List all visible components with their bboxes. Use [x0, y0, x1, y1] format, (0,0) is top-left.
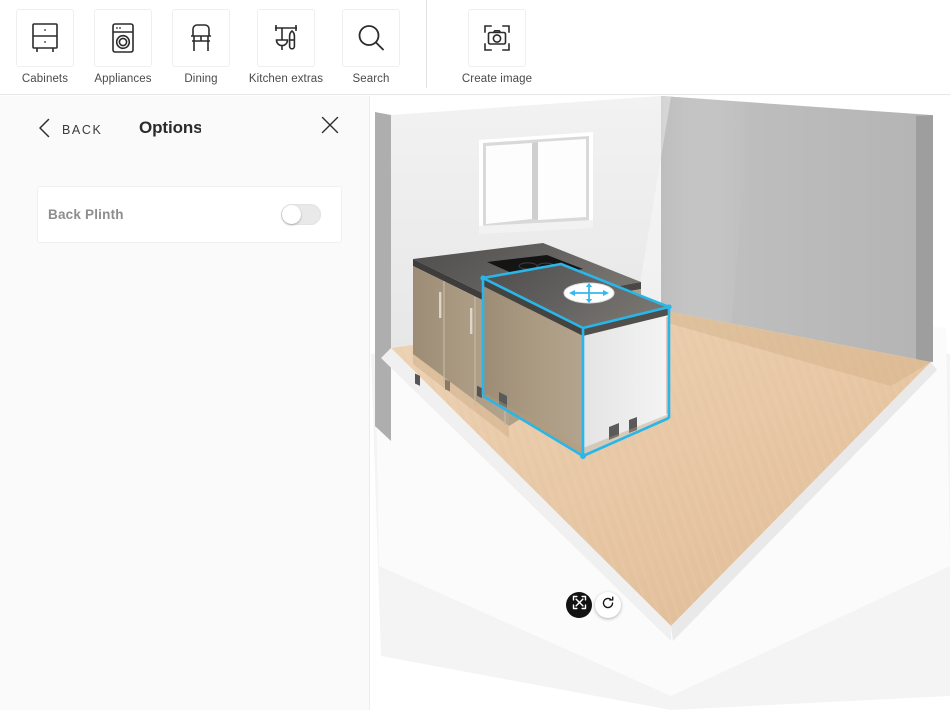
chair-icon [172, 9, 230, 67]
option-label: Back Plinth [48, 207, 124, 222]
rotate-icon [601, 595, 615, 615]
toolbar-group-catalog: Cabinets Appliances Dining Kitchen extra… [0, 0, 410, 95]
move-arrows-icon [572, 595, 587, 615]
toolbar-item-label: Search [352, 73, 390, 85]
toolbar-item-label: Dining [184, 73, 218, 85]
kitchen-3d-scene [371, 96, 950, 710]
toolbar-item-label: Appliances [94, 73, 152, 85]
page-title: Options [139, 118, 201, 137]
translate-plane-icon [563, 282, 615, 304]
create-image-label: Create image [461, 73, 533, 85]
chevron-left-icon [38, 118, 51, 143]
app-root: Cabinets Appliances Dining Kitchen extra… [0, 0, 950, 710]
toggle-knob [282, 205, 301, 224]
toolbar-group-actions: Create image [449, 0, 545, 95]
options-panel: BACK Options Back Plinth [0, 96, 370, 710]
cabinet-icon [16, 9, 74, 67]
search-icon [342, 9, 400, 67]
panel-header: BACK Options [0, 96, 369, 164]
close-button[interactable] [317, 112, 343, 143]
back-plinth-toggle[interactable] [281, 204, 321, 225]
back-button[interactable]: BACK [38, 118, 102, 143]
toolbar-item-label: Kitchen extras [248, 73, 324, 85]
create-image-button[interactable]: Create image [449, 0, 545, 86]
toolbar-item-kitchen-extras[interactable]: Kitchen extras [240, 0, 332, 86]
toolbar-item-cabinets[interactable]: Cabinets [6, 0, 84, 86]
option-row-back-plinth: Back Plinth [37, 186, 342, 243]
move-gizmo-button[interactable] [566, 592, 592, 618]
toolbar-item-search[interactable]: Search [332, 0, 410, 86]
window [479, 132, 593, 234]
toolbar-item-label: Cabinets [21, 73, 69, 85]
3d-viewport[interactable] [371, 96, 950, 710]
toolbar-divider [426, 0, 427, 88]
appliance-icon [94, 9, 152, 67]
toolbar-item-dining[interactable]: Dining [162, 0, 240, 86]
camera-icon [468, 9, 526, 67]
top-toolbar: Cabinets Appliances Dining Kitchen extra… [0, 0, 950, 95]
back-label: BACK [62, 123, 103, 137]
utensils-icon [257, 9, 315, 67]
toolbar-item-appliances[interactable]: Appliances [84, 0, 162, 86]
rotate-gizmo-button[interactable] [595, 592, 621, 618]
close-icon [321, 116, 339, 138]
